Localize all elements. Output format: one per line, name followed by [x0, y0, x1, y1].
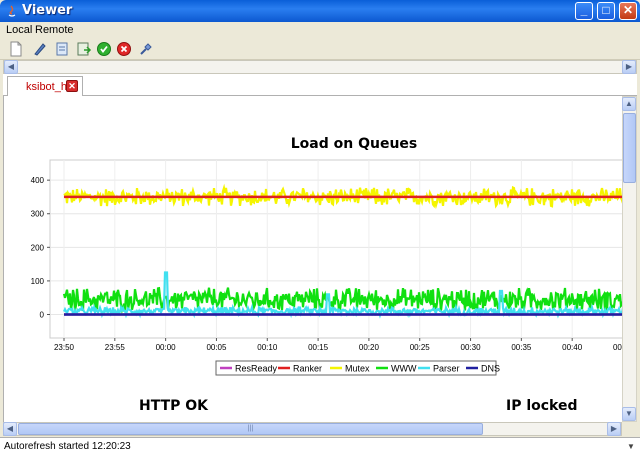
close-button[interactable]: ✕ [619, 2, 637, 20]
vertical-scroll-thumb[interactable] [623, 113, 636, 183]
legend-label-www: WWW [391, 364, 417, 374]
tab-ksibot-h[interactable]: ksibot_h ✕ [7, 76, 83, 96]
arrow-up-icon: ▲ [625, 99, 633, 108]
window-title: Viewer [22, 3, 73, 18]
scroll-left-button[interactable]: ◀ [4, 60, 18, 74]
tab-strip: ksibot_h ✕ [3, 74, 637, 96]
x-tick-label: 00:00 [156, 343, 177, 352]
arrow-left-icon: ◀ [7, 62, 15, 71]
export-icon[interactable] [76, 41, 92, 57]
toolbar [0, 38, 640, 60]
menu-remote[interactable]: Remote [35, 24, 74, 36]
new-file-icon[interactable] [8, 41, 24, 57]
x-tick-label: 00:35 [511, 343, 532, 352]
menu-bar: Local Remote [0, 22, 640, 38]
minimize-icon: _ [580, 3, 588, 17]
y-tick-label: 0 [40, 310, 45, 319]
x-tick-label: 00:05 [206, 343, 227, 352]
x-tick-label: 00:30 [461, 343, 482, 352]
legend-label-mutex: Mutex [345, 364, 370, 374]
minimize-button[interactable]: _ [575, 2, 593, 20]
content-vertical-scrollbar[interactable]: ▲ ▼ [622, 96, 637, 422]
title-bar: Viewer _ □ ✕ [0, 0, 640, 22]
legend-label-parser: Parser [433, 364, 460, 374]
close-icon: ✕ [622, 3, 634, 17]
x-tick-label: 00:15 [308, 343, 329, 352]
x-tick-label: 23:55 [105, 343, 126, 352]
check-icon[interactable] [96, 41, 112, 57]
legend-label-resready: ResReady [235, 364, 278, 374]
arrow-left-icon: ◀ [6, 424, 14, 433]
document-icon[interactable] [54, 41, 70, 57]
scroll-up-button[interactable]: ▲ [622, 97, 636, 111]
scroll-down-button[interactable]: ▼ [622, 407, 636, 421]
load-chart: 0 100 200 300 400 23:50 23:55 00:00 00:05 00:10 00… [31, 159, 622, 376]
y-tick-label: 100 [31, 277, 45, 286]
status-text: Autorefresh started 12:20:23 [4, 441, 131, 452]
legend-label-ranker: Ranker [293, 364, 322, 374]
legend-label-dns: DNS [481, 364, 500, 374]
status-dropdown-icon[interactable]: ▼ [624, 440, 638, 454]
maximize-button[interactable]: □ [597, 2, 615, 20]
http-ok-title: HTTP OK [139, 398, 209, 414]
x-tick-label: 00:45 [613, 343, 622, 352]
y-tick-label: 200 [31, 243, 45, 252]
pen-icon[interactable] [32, 41, 48, 57]
x-tick-label: 00:40 [562, 343, 583, 352]
hscroll-left-button[interactable]: ◀ [3, 422, 17, 436]
content-horizontal-scrollbar[interactable]: ◀ ||| ▶ [3, 422, 622, 436]
toolbar-scrollbar[interactable]: ◀ ▶ [3, 60, 637, 74]
x-tick-label: 00:25 [410, 343, 431, 352]
grip-icon: ||| [247, 425, 254, 432]
maximize-icon: □ [602, 3, 610, 17]
ip-locked-title: IP locked [506, 398, 578, 414]
tab-label: ksibot_h [26, 81, 67, 93]
x-tick-label: 00:20 [359, 343, 380, 352]
connect-icon[interactable] [138, 41, 154, 57]
hscroll-right-button[interactable]: ▶ [607, 422, 621, 436]
menu-local[interactable]: Local [6, 24, 32, 36]
arrow-right-icon: ▶ [610, 424, 618, 433]
y-tick-label: 400 [31, 176, 45, 185]
scroll-right-button[interactable]: ▶ [622, 60, 636, 74]
status-bar: Autorefresh started 12:20:23 ▼ [0, 437, 640, 455]
y-tick-label: 300 [31, 210, 45, 219]
stop-icon[interactable] [116, 41, 132, 57]
content-area: Load on Queues 0 100 200 300 400 23:50 23:55 00… [3, 96, 622, 422]
x-tick-label: 23:50 [54, 343, 75, 352]
tab-close-icon[interactable]: ✕ [66, 80, 78, 92]
arrow-right-icon: ▶ [625, 62, 633, 71]
x-tick-label: 00:10 [257, 343, 278, 352]
java-app-icon [8, 5, 16, 17]
arrow-down-icon: ▼ [625, 409, 633, 418]
horizontal-scroll-thumb[interactable]: ||| [18, 423, 483, 435]
